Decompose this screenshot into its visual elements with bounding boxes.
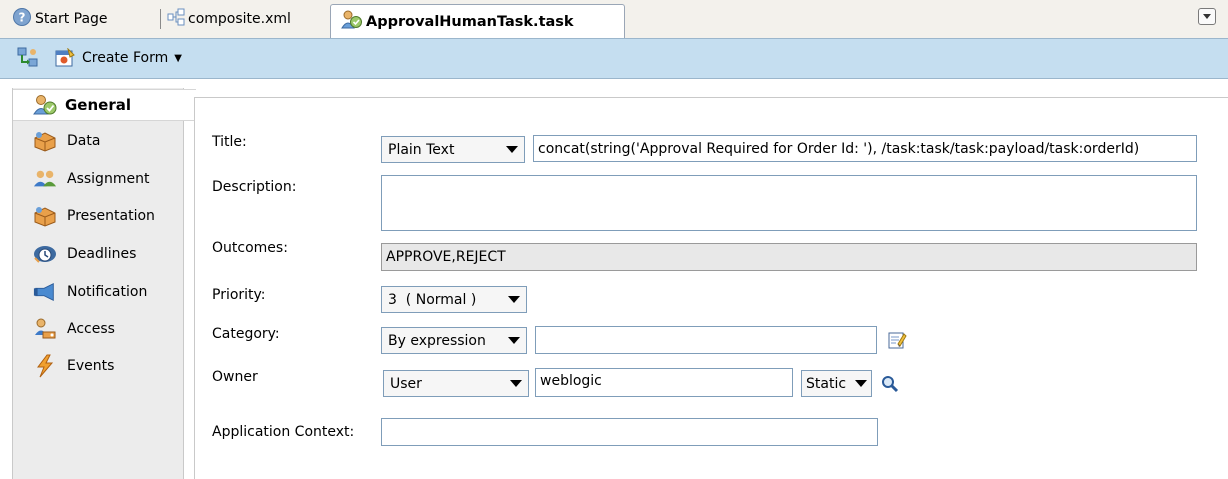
owner-search-button[interactable] [880, 374, 902, 396]
description-field[interactable] [381, 175, 1197, 231]
category-mode-value: By expression [388, 332, 486, 349]
create-form-icon [55, 48, 75, 67]
owner-value: weblogic [540, 373, 602, 389]
presentation-icon [33, 204, 57, 228]
title-mode-select[interactable]: Plain Text [381, 136, 525, 163]
nav-item-label: Notification [67, 284, 148, 300]
nav-item-presentation[interactable]: Presentation [13, 200, 184, 232]
title-expression-value: concat(string('Approval Required for Ord… [538, 140, 1140, 157]
outcomes-value: APPROVE,REJECT [386, 249, 506, 265]
general-icon [33, 93, 57, 117]
nav-item-label: Deadlines [67, 246, 137, 262]
search-icon [882, 376, 899, 393]
create-form-label: Create Form [82, 50, 169, 66]
edit-expression-icon [888, 332, 907, 349]
nav-item-notification[interactable]: Notification [13, 276, 184, 308]
nav-item-label: Events [67, 358, 115, 374]
outcomes-field[interactable]: APPROVE,REJECT [381, 243, 1197, 271]
title-label: Title: [212, 134, 247, 150]
tab-approval-human-task[interactable]: ApprovalHumanTask.task [330, 4, 625, 38]
notification-icon [33, 280, 57, 304]
caret-down-icon: ▼ [174, 52, 182, 64]
nav-item-label: Access [67, 321, 115, 337]
application-context-label: Application Context: [212, 424, 355, 440]
nav-item-events[interactable]: Events [13, 350, 184, 382]
tab-list-dropdown[interactable] [1198, 8, 1216, 25]
tab-label: composite.xml [188, 10, 291, 27]
outcomes-label: Outcomes: [212, 240, 288, 256]
create-form-button[interactable]: Create Form ▼ [55, 46, 182, 70]
dropdown-arrow-icon [508, 296, 520, 303]
category-mode-select[interactable]: By expression [381, 327, 527, 354]
help-icon: ? [12, 7, 32, 31]
tab-separator [160, 8, 161, 29]
access-icon [33, 317, 57, 341]
owner-field[interactable]: weblogic [535, 368, 793, 397]
category-field[interactable] [535, 326, 877, 354]
task-flow-icon [17, 47, 38, 67]
editor-toolbar: Create Form ▼ [0, 38, 1228, 79]
composite-icon [167, 8, 185, 30]
priority-select[interactable]: 3 ( Normal ) [381, 286, 527, 313]
tab-composite[interactable]: composite.xml [160, 5, 291, 32]
dropdown-arrow-icon [506, 146, 518, 153]
application-context-field[interactable] [381, 418, 878, 446]
data-icon [33, 129, 57, 153]
tab-label: ApprovalHumanTask.task [366, 13, 574, 30]
tab-label: Start Page [35, 10, 108, 27]
task-flow-button[interactable] [17, 46, 39, 70]
nav-item-label: Presentation [67, 208, 155, 224]
category-label: Category: [212, 326, 280, 342]
owner-mode-select[interactable]: Static [801, 370, 872, 397]
human-task-icon [341, 10, 363, 34]
nav-item-label: General [65, 96, 131, 114]
title-expression-field[interactable]: concat(string('Approval Required for Ord… [533, 135, 1197, 162]
description-label: Description: [212, 179, 297, 195]
owner-type-value: User [390, 375, 422, 392]
nav-item-data[interactable]: Data [13, 125, 184, 157]
deadlines-icon [33, 242, 57, 266]
task-section-nav: General Data Assignment Presentation Dea… [13, 88, 196, 479]
editor-tab-strip: ? Start Page composite.xml ApprovalHuman… [0, 0, 1228, 38]
nav-item-access[interactable]: Access [13, 313, 184, 345]
chevron-down-icon [1203, 14, 1211, 19]
events-icon [33, 354, 57, 378]
nav-item-general[interactable]: General [13, 89, 196, 121]
tab-start-page[interactable]: ? Start Page [12, 5, 108, 32]
svg-text:?: ? [19, 10, 26, 24]
owner-label: Owner [212, 369, 258, 385]
owner-mode-value: Static [806, 375, 847, 392]
dropdown-arrow-icon [855, 380, 867, 387]
dropdown-arrow-icon [508, 337, 520, 344]
expression-editor-button[interactable] [887, 330, 909, 352]
nav-item-assignment[interactable]: Assignment [13, 163, 184, 195]
nav-item-deadlines[interactable]: Deadlines [13, 238, 184, 270]
nav-item-label: Data [67, 133, 101, 149]
priority-value: 3 ( Normal ) [388, 291, 477, 308]
nav-item-label: Assignment [67, 171, 150, 187]
owner-type-select[interactable]: User [383, 370, 529, 397]
assignment-icon [33, 167, 57, 191]
priority-label: Priority: [212, 287, 266, 303]
dropdown-arrow-icon [510, 380, 522, 387]
title-mode-value: Plain Text [388, 141, 455, 158]
